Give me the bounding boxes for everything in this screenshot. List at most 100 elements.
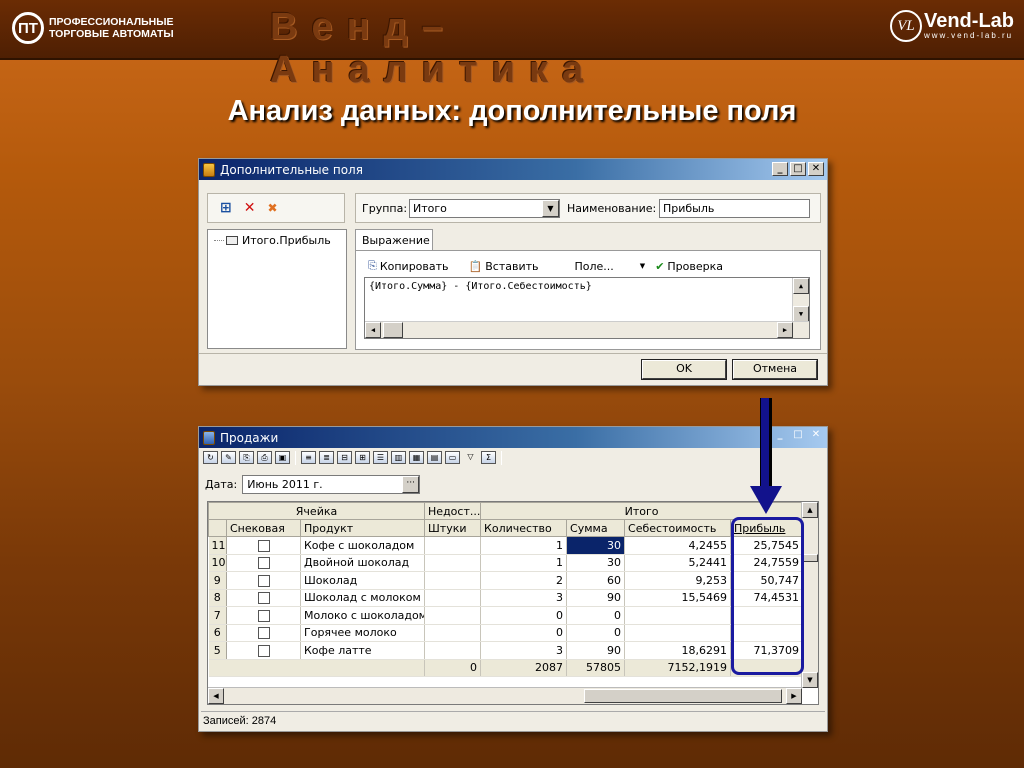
snack-checkbox[interactable]: [257, 539, 270, 552]
delete-field-icon[interactable]: ✕: [244, 200, 256, 216]
scroll-up-icon[interactable]: ▲: [802, 502, 818, 518]
cost-cell[interactable]: 5,2441: [624, 554, 732, 572]
collapse-icon[interactable]: ⊞: [355, 451, 370, 464]
scroll-thumb[interactable]: [584, 689, 782, 703]
row-number[interactable]: 9: [208, 571, 227, 590]
sum-cell[interactable]: 0: [566, 606, 626, 625]
group-header-shortage[interactable]: Недост...: [424, 502, 482, 520]
table-row[interactable]: 10 Двойной шоколад 1 30 5,2441 24,7559: [208, 554, 804, 572]
product-cell[interactable]: Кофе с шоколадом: [300, 536, 426, 555]
snack-checkbox[interactable]: [257, 644, 270, 657]
copy-icon[interactable]: ⎘: [239, 451, 254, 464]
ok-button[interactable]: OK: [641, 359, 727, 380]
snack-checkbox-cell[interactable]: [226, 554, 301, 572]
expand-icon[interactable]: ⊟: [337, 451, 352, 464]
group-header-cell[interactable]: Ячейка: [208, 502, 426, 520]
column-header-pieces[interactable]: Штуки: [424, 519, 482, 537]
sum-cell[interactable]: 0: [566, 624, 626, 642]
check-button[interactable]: ✔ Проверка: [655, 260, 723, 273]
sum-cell[interactable]: 60: [566, 571, 626, 590]
scroll-thumb[interactable]: [802, 554, 818, 562]
group-icon[interactable]: ≡: [301, 451, 316, 464]
quantity-cell[interactable]: 3: [480, 641, 568, 660]
close-button[interactable]: ✕: [808, 162, 824, 176]
pieces-cell[interactable]: [424, 554, 482, 572]
snack-checkbox-cell[interactable]: [226, 624, 301, 642]
column-header-quantity[interactable]: Количество: [480, 519, 568, 537]
sales-titlebar[interactable]: Продажи: [199, 427, 827, 448]
scroll-down-icon[interactable]: ▼: [793, 306, 809, 322]
paste-button[interactable]: 📋 Вставить: [469, 260, 539, 273]
refresh-icon[interactable]: ↻: [203, 451, 218, 464]
tab-expression[interactable]: Выражение: [355, 229, 433, 251]
sum-cell[interactable]: 30: [566, 554, 626, 572]
snack-checkbox-cell[interactable]: [226, 606, 301, 625]
quantity-cell[interactable]: 1: [480, 554, 568, 572]
scroll-left-icon[interactable]: ◀: [365, 322, 381, 338]
pieces-cell[interactable]: [424, 641, 482, 660]
ungroup-icon[interactable]: ≣: [319, 451, 334, 464]
snack-checkbox[interactable]: [257, 557, 270, 570]
pivot-icon[interactable]: ▦: [409, 451, 424, 464]
row-number[interactable]: 6: [208, 624, 227, 642]
quantity-cell[interactable]: 0: [480, 606, 568, 625]
sum-cell[interactable]: 90: [566, 589, 626, 607]
save-icon[interactable]: ▣: [275, 451, 290, 464]
snack-checkbox[interactable]: [257, 627, 270, 640]
row-number[interactable]: 10: [208, 554, 227, 572]
cost-cell[interactable]: 15,5469: [624, 589, 732, 607]
group-select[interactable]: Итого ▼: [409, 199, 560, 218]
snack-checkbox[interactable]: [257, 609, 270, 622]
cost-cell[interactable]: [624, 606, 732, 625]
columns-icon[interactable]: ▥: [391, 451, 406, 464]
table-row[interactable]: 5 Кофе латте 3 90 18,6291 71,3709: [208, 641, 804, 660]
table-row[interactable]: 6 Горячее молоко 0 0: [208, 624, 804, 642]
add-field-icon[interactable]: ⊞: [220, 200, 232, 216]
minimize-button[interactable]: _: [772, 429, 788, 443]
cost-cell[interactable]: 4,2455: [624, 536, 732, 555]
row-number[interactable]: 8: [208, 589, 227, 607]
row-number[interactable]: 5: [208, 641, 227, 660]
column-header-snack[interactable]: Снековая: [226, 519, 301, 537]
pieces-cell[interactable]: [424, 624, 482, 642]
cancel-button[interactable]: Отмена: [732, 359, 818, 380]
quantity-cell[interactable]: 2: [480, 571, 568, 590]
snack-checkbox-cell[interactable]: [226, 589, 301, 607]
cost-cell[interactable]: [624, 624, 732, 642]
date-input[interactable]: Июнь 2011 г. ···: [242, 475, 421, 494]
date-picker-button[interactable]: ···: [402, 476, 420, 493]
product-cell[interactable]: Кофе латте: [300, 641, 426, 660]
scroll-up-icon[interactable]: ▲: [793, 278, 809, 294]
table-row[interactable]: 8 Шоколад с молоком 3 90 15,5469 74,4531: [208, 589, 804, 607]
print-icon[interactable]: ⎙: [257, 451, 272, 464]
product-cell[interactable]: Шоколад: [300, 571, 426, 590]
quantity-cell[interactable]: 0: [480, 624, 568, 642]
sum-icon[interactable]: Σ: [481, 451, 496, 464]
pieces-cell[interactable]: [424, 571, 482, 590]
grid-horizontal-scrollbar[interactable]: ◀ ▶: [208, 687, 802, 704]
snack-checkbox[interactable]: [257, 592, 270, 605]
sum-cell[interactable]: 30: [566, 536, 626, 555]
product-cell[interactable]: Горячее молоко: [300, 624, 426, 642]
expression-editor[interactable]: {Итого.Сумма} - {Итого.Себестоимость} ▲ …: [364, 277, 810, 339]
maximize-button[interactable]: □: [790, 429, 806, 443]
product-cell[interactable]: Двойной шоколад: [300, 554, 426, 572]
quantity-cell[interactable]: 3: [480, 589, 568, 607]
dialog-titlebar[interactable]: Дополнительные поля: [199, 159, 827, 180]
scroll-right-icon[interactable]: ▶: [786, 688, 802, 704]
column-header-sum[interactable]: Сумма: [566, 519, 626, 537]
scroll-left-icon[interactable]: ◀: [208, 688, 224, 704]
snack-checkbox-cell[interactable]: [226, 536, 301, 555]
sales-grid[interactable]: Ячейка Недост... Итого Снековая Продукт …: [207, 501, 819, 705]
scroll-thumb[interactable]: [383, 322, 403, 338]
table-row[interactable]: 7 Молоко с шоколадом 0 0: [208, 606, 804, 625]
rows-icon[interactable]: ☰: [373, 451, 388, 464]
maximize-button[interactable]: □: [790, 162, 806, 176]
close-button[interactable]: ✕: [808, 429, 824, 443]
pieces-cell[interactable]: [424, 536, 482, 555]
sum-cell[interactable]: 90: [566, 641, 626, 660]
grid-settings-icon[interactable]: ▤: [427, 451, 442, 464]
clear-fields-icon[interactable]: ✖: [267, 201, 277, 215]
horizontal-scrollbar[interactable]: ◀ ▶: [365, 321, 809, 338]
extra-fields-icon[interactable]: ▭: [445, 451, 460, 464]
